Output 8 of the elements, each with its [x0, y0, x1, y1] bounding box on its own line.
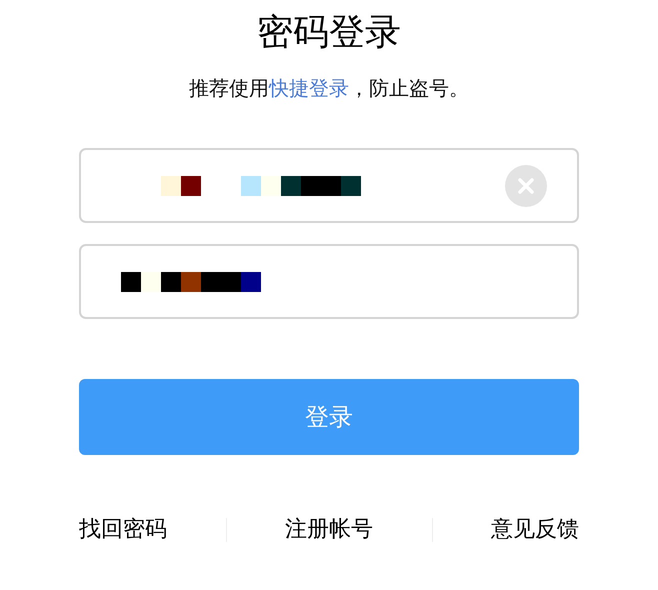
quick-login-link[interactable]: 快捷登录 — [269, 76, 349, 100]
footer-link[interactable]: 意见反馈 — [491, 513, 579, 546]
page-title: 密码登录 — [256, 15, 402, 51]
footer-link[interactable]: 找回密码 — [79, 513, 167, 546]
subtitle: 推荐使用快捷登录，防止盗号。 — [188, 75, 470, 102]
password-field[interactable] — [79, 244, 579, 319]
footer-link[interactable]: 注册帐号 — [285, 513, 373, 546]
account-field[interactable] — [79, 148, 579, 223]
